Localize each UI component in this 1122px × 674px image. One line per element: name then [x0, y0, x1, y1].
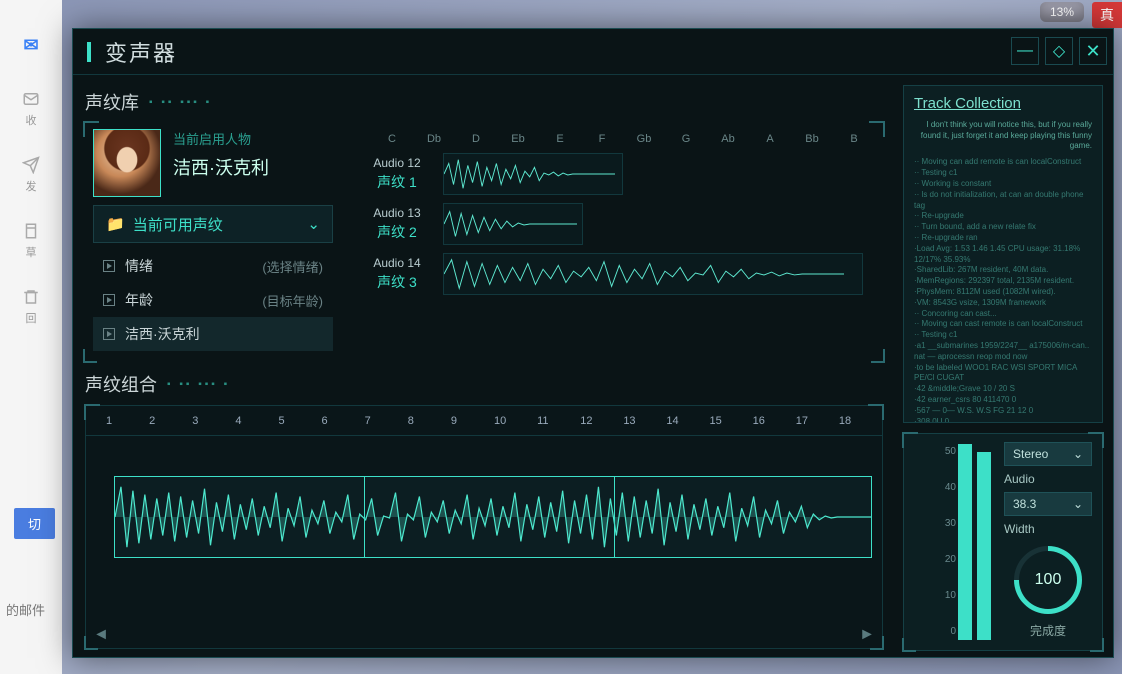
switch-button[interactable]: 切	[14, 508, 55, 539]
maximize-button[interactable]: ◇	[1045, 37, 1073, 65]
completion-gauge: 100	[1000, 532, 1096, 628]
waveform-2[interactable]	[443, 203, 583, 245]
decorative-dots: ▪ ▪▪ ▪▪▪ ▪	[149, 97, 212, 108]
combo-waveform-clip[interactable]	[114, 476, 872, 558]
stereo-select[interactable]: Stereo⌄	[1004, 442, 1092, 466]
note-scale: CDbDEbEFGbGAbABbB	[351, 129, 875, 153]
window-title: 变声器	[105, 36, 177, 68]
current-persona: 当前启用人物 洁西·沃克利	[93, 129, 333, 197]
library-title: 声纹库	[85, 89, 139, 115]
email-nav-trash: 回	[22, 288, 40, 326]
timeline-ruler: 123456789101112131415161718	[86, 406, 882, 436]
email-logo: ✉	[11, 30, 51, 60]
timeline-prev-button[interactable]: ◄	[92, 626, 110, 644]
combo-section-header: 声纹组合 ▪ ▪▪ ▪▪▪ ▪	[85, 371, 883, 397]
audio-label: Audio	[1004, 472, 1092, 486]
track-collection-body: ·· Moving can add remote is can localCon…	[914, 157, 1092, 423]
persona-label: 当前启用人物	[173, 129, 269, 148]
waveform-1[interactable]	[443, 153, 623, 195]
filter-emotion[interactable]: 情绪 (选择情绪)	[93, 249, 333, 283]
play-icon	[103, 328, 115, 340]
filter-age[interactable]: 年龄 (目标年龄)	[93, 283, 333, 317]
chevron-down-icon: ⌄	[1073, 447, 1083, 461]
battery-badge: 13%	[1040, 2, 1084, 22]
email-nav-draft: 草	[22, 222, 40, 260]
timeline-track-area[interactable]	[86, 436, 882, 648]
timeline[interactable]: 123456789101112131415161718 ◄ ►	[85, 405, 883, 649]
track-collection-intro: I don't think you will notice this, but …	[914, 120, 1092, 151]
play-icon	[103, 294, 115, 306]
top-red-badge: 真	[1092, 2, 1122, 28]
close-button[interactable]: ✕	[1079, 37, 1107, 65]
titlebar-accent	[87, 42, 91, 62]
email-nav-inbox: 收	[22, 90, 40, 128]
waveform-3[interactable]	[443, 253, 863, 295]
combo-title: 声纹组合	[85, 371, 157, 397]
bottom-mail-label: 的邮件	[6, 600, 45, 619]
decorative-dots: ▪ ▪▪ ▪▪▪ ▪	[167, 379, 230, 390]
track-collection-panel: Track Collection I don't think you will …	[903, 85, 1103, 423]
play-icon	[103, 260, 115, 272]
meter-bar-right	[977, 452, 991, 640]
voiceprint-library: 当前启用人物 洁西·沃克利 📁 当前可用声纹 ⌄ 情绪 (选择情绪)	[85, 123, 883, 361]
background-email-sidebar: ✉ 收 发 草 回	[0, 0, 62, 674]
voiceprint-track-1[interactable]: Audio 12声纹 1	[351, 153, 875, 195]
width-label: Width	[1004, 522, 1092, 536]
titlebar: 变声器 — ◇ ✕	[73, 29, 1113, 75]
voiceprint-dropdown[interactable]: 📁 当前可用声纹 ⌄	[93, 205, 333, 243]
chevron-down-icon: ⌄	[1073, 497, 1083, 511]
filter-persona[interactable]: 洁西·沃克利	[93, 317, 333, 351]
minimize-button[interactable]: —	[1011, 37, 1039, 65]
folder-icon: 📁	[106, 215, 125, 233]
timeline-next-button[interactable]: ►	[858, 626, 876, 644]
dropdown-label: 当前可用声纹	[133, 214, 223, 235]
level-meter: 50 40 30 20 10 0	[914, 442, 996, 644]
chevron-down-icon: ⌄	[307, 215, 320, 233]
persona-avatar[interactable]	[93, 129, 161, 197]
voice-changer-window: 变声器 — ◇ ✕ 声纹库 ▪ ▪▪ ▪▪▪ ▪ 当前启用人物	[72, 28, 1114, 658]
completion-label: 完成度	[1004, 622, 1092, 639]
voiceprint-track-3[interactable]: Audio 14声纹 3	[351, 253, 875, 295]
email-nav-sent: 发	[22, 156, 40, 194]
audio-value-select[interactable]: 38.3⌄	[1004, 492, 1092, 516]
voiceprint-track-2[interactable]: Audio 13声纹 2	[351, 203, 875, 245]
meters-panel: 50 40 30 20 10 0 Stereo⌄ Audio	[903, 433, 1103, 651]
library-section-header: 声纹库 ▪ ▪▪ ▪▪▪ ▪	[85, 89, 883, 115]
meter-bar-left	[958, 444, 972, 640]
track-collection-title: Track Collection	[914, 94, 1092, 114]
persona-name: 洁西·沃克利	[173, 154, 269, 180]
